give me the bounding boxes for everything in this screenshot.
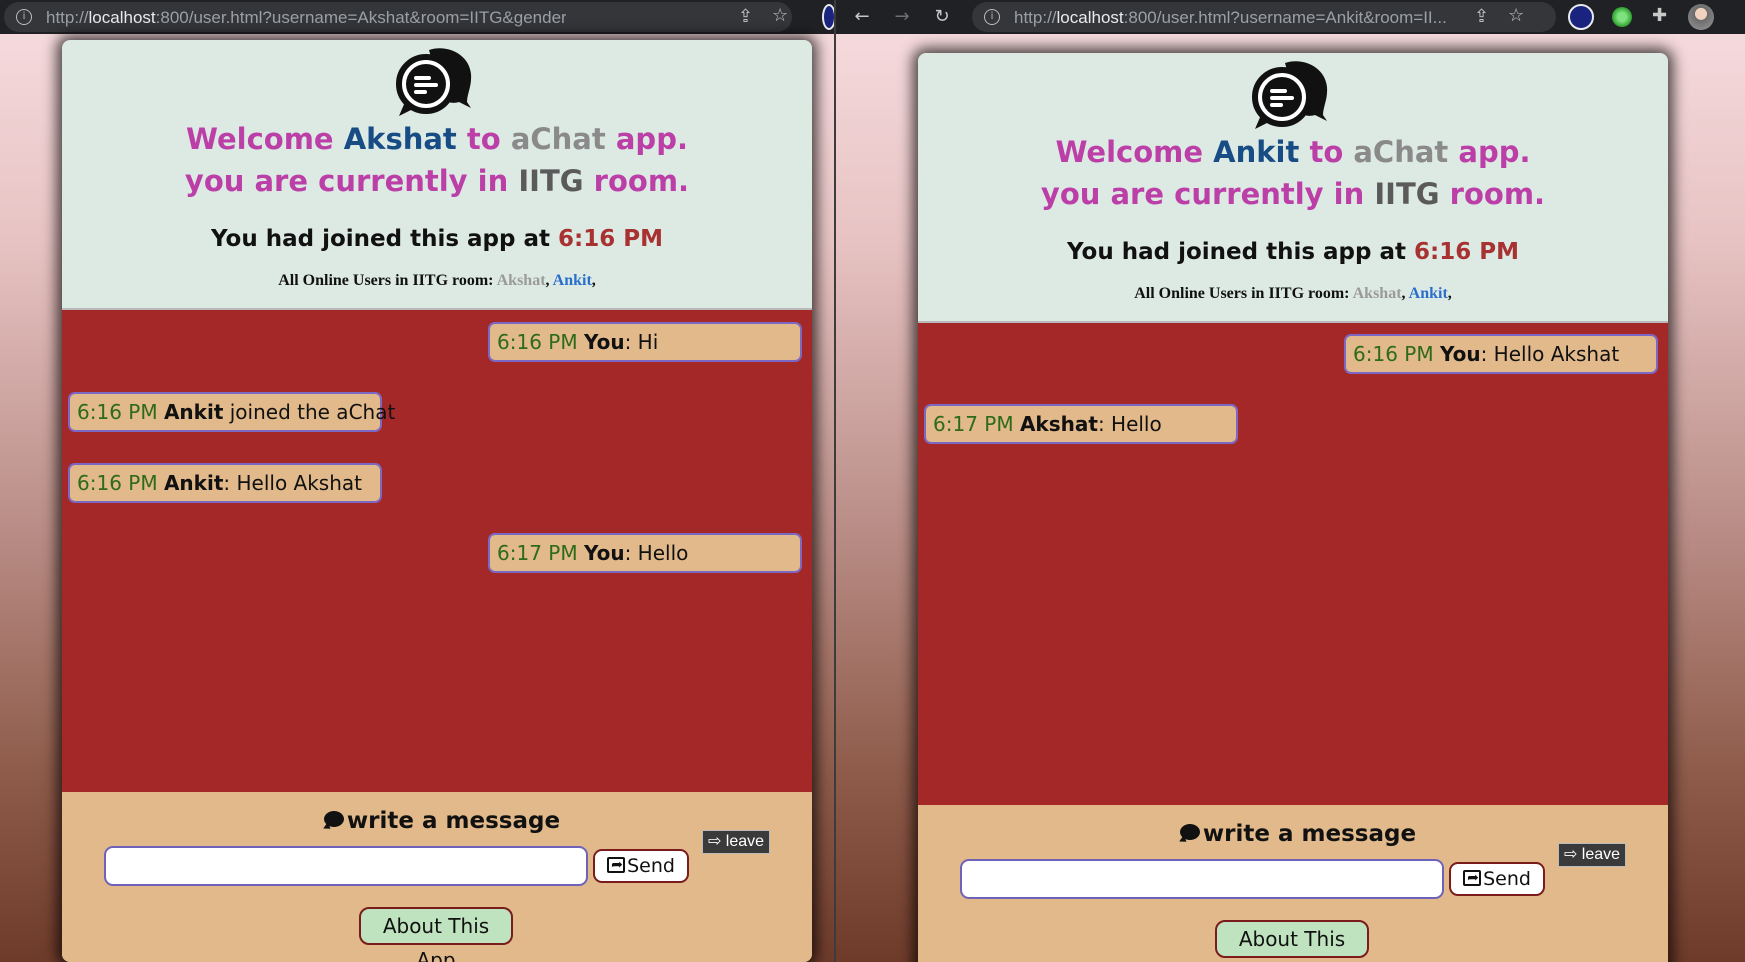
message-bubble: 6:16 PM Ankit joined the aChat (68, 392, 395, 432)
send-icon (607, 850, 626, 880)
message-area[interactable]: 6:16 PM You: Hi 6:16 PM Ankit joined the… (62, 308, 812, 792)
share-icon[interactable]: ⇪ (1474, 7, 1489, 27)
message-input[interactable] (104, 846, 588, 886)
message-composer: write a message Send ⇨ leave About This … (918, 805, 1668, 962)
message-input[interactable] (960, 859, 1444, 899)
about-app-button[interactable]: About This App (1215, 920, 1369, 962)
send-button[interactable]: Send (1449, 862, 1545, 896)
write-message-label: write a message (62, 808, 812, 834)
message-composer: write a message Send ⇨ leave About This … (62, 792, 812, 962)
info-icon[interactable]: i (16, 9, 32, 25)
chat-bubble-icon (323, 810, 344, 827)
star-icon[interactable]: ☆ (772, 6, 788, 26)
reload-icon[interactable]: ↻ (932, 7, 952, 27)
address-bar: i http://localhost:800/user.html?usernam… (0, 0, 834, 34)
star-icon[interactable]: ☆ (1508, 6, 1524, 26)
browser-window-akshat: i http://localhost:800/user.html?usernam… (0, 0, 834, 962)
send-button[interactable]: Send (593, 849, 689, 883)
url-text[interactable]: http://localhost:800/user.html?username=… (46, 8, 566, 28)
online-users: All Online Users in IITG room: Akshat, A… (278, 272, 596, 289)
leave-button[interactable]: ⇨ leave (702, 830, 770, 854)
message-bubble: 6:17 PM Akshat: Hello (924, 404, 1238, 444)
message-bubble: 6:16 PM You: Hello Akshat (1344, 334, 1658, 374)
welcome-room: IITG (1374, 177, 1440, 211)
message-bubble: 6:16 PM Ankit: Hello Akshat (68, 463, 382, 503)
back-arrow-icon[interactable]: ← (852, 7, 872, 27)
about-app-button[interactable]: About This App (359, 907, 513, 962)
leave-icon: ⇨ (1563, 846, 1578, 863)
extension-icon[interactable] (822, 4, 834, 30)
welcome-heading: Welcome Akshat to aChat app. you are cur… (184, 122, 690, 198)
chat-header: Welcome Ankit to aChat app. you are curr… (918, 53, 1668, 321)
extensions-icon[interactable]: ✚ (1652, 6, 1667, 26)
browser-window-ankit: ← → ↻ i http://localhost:800/user.html?u… (836, 0, 1745, 962)
forward-arrow-icon[interactable]: → (892, 7, 912, 27)
avatar[interactable] (1688, 4, 1714, 30)
chat-card: Welcome Akshat to aChat app. you are cur… (62, 40, 812, 962)
welcome-username: Akshat (343, 122, 457, 156)
joined-info: You had joined this app at 6:16 PM (210, 226, 663, 252)
send-icon (1463, 863, 1482, 893)
chat-bubble-icon (1179, 823, 1200, 840)
address-bar: ← → ↻ i http://localhost:800/user.html?u… (836, 0, 1745, 34)
chat-card: Welcome Ankit to aChat app. you are curr… (918, 53, 1668, 962)
message-bubble: 6:16 PM You: Hi (488, 322, 802, 362)
message-area[interactable]: 6:16 PM You: Hello Akshat 6:17 PM Akshat… (918, 321, 1668, 805)
chat-logo-icon (1252, 61, 1328, 129)
message-bubble: 6:17 PM You: Hello (488, 533, 802, 573)
write-message-label: write a message (918, 821, 1668, 847)
share-icon[interactable]: ⇪ (738, 7, 753, 27)
chat-header: Welcome Akshat to aChat app. you are cur… (62, 40, 812, 308)
info-icon[interactable]: i (984, 9, 1000, 25)
extension-icon[interactable] (1612, 7, 1632, 27)
leave-button[interactable]: ⇨ leave (1558, 843, 1626, 867)
welcome-room: IITG (518, 164, 584, 198)
leave-icon: ⇨ (707, 833, 722, 850)
extension-icon[interactable] (1568, 4, 1594, 30)
joined-info: You had joined this app at 6:16 PM (1066, 239, 1519, 265)
url-box[interactable]: i http://localhost:800/user.html?usernam… (4, 2, 792, 32)
online-users: All Online Users in IITG room: Akshat, A… (1134, 285, 1452, 302)
welcome-heading: Welcome Ankit to aChat app. you are curr… (1040, 135, 1546, 211)
welcome-username: Ankit (1213, 135, 1300, 169)
chat-logo-icon (396, 48, 472, 116)
url-text[interactable]: http://localhost:800/user.html?username=… (1014, 8, 1466, 28)
url-box[interactable]: i http://localhost:800/user.html?usernam… (972, 2, 1556, 32)
